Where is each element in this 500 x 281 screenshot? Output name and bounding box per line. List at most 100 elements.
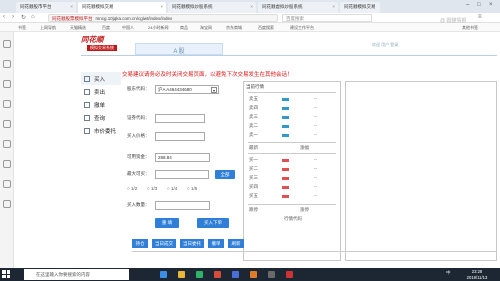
bookmark-item[interactable]: 百度	[102, 25, 110, 31]
tab-cancel[interactable]: 撤单	[208, 239, 224, 248]
bookmark-item[interactable]: 天猫精选	[70, 25, 86, 31]
tab-refresh[interactable]: 刷新	[228, 239, 244, 248]
favorites-icon[interactable]	[3, 40, 11, 48]
input-method-indicator[interactable]: 中	[446, 270, 451, 276]
warning-notice: 交易建议请务必及时关闭交易页面，以避免下次交易发生在其他会话！	[122, 72, 293, 78]
home-icon[interactable]: ⌂	[31, 14, 35, 20]
tab-positions[interactable]: 持仓	[132, 239, 148, 248]
windows-start-icon[interactable]	[2, 270, 11, 279]
bookmark-item[interactable]: 淘宝网	[200, 25, 212, 31]
tab-today-trades[interactable]: 当日成交	[152, 239, 176, 248]
search-input[interactable]: 百度搜索	[282, 14, 372, 22]
tab-label: 同花顺虚拟炒股系统	[262, 4, 303, 9]
app-icon[interactable]	[3, 100, 11, 108]
download-icon[interactable]	[3, 80, 11, 88]
minimize-icon[interactable]: –	[466, 2, 469, 8]
taskbar: 在这里输入你要搜索的内容 中 23:28 2019/11/13	[0, 268, 500, 281]
buy-row: 买三 --	[244, 175, 342, 182]
settings-icon[interactable]	[3, 200, 11, 208]
fraction-row: ○ 1/2 ○ 1/3 ○ 1/4 ○ 1/5	[121, 185, 237, 194]
app-icon[interactable]	[250, 271, 257, 278]
close-icon[interactable]: ×	[332, 4, 335, 9]
menu-icon[interactable]: ≡	[478, 14, 482, 20]
price-input[interactable]	[155, 132, 205, 141]
buy-order-button[interactable]: 买入下单	[197, 218, 229, 228]
bookmark-item[interactable]: 建设工作平台	[290, 25, 314, 31]
bookmark-item[interactable]: 中国人	[122, 25, 134, 31]
game-icon[interactable]	[3, 160, 11, 168]
window-close-icon[interactable]: ×	[489, 2, 493, 8]
taskbar-clock[interactable]: 23:28 2019/11/13	[462, 269, 492, 280]
url-input[interactable]: 同花顺股票模拟平台 mncg.10jqka.com.cn/cgiwt/index/…	[48, 14, 278, 22]
menu-item-cancel[interactable]: 撤单	[81, 98, 121, 111]
bookmark-item[interactable]: 书签	[18, 25, 26, 31]
buy-level-label: 买一	[249, 157, 258, 162]
bookmark-item[interactable]: 京东商城	[226, 25, 242, 31]
all-button[interactable]: 全部	[215, 170, 235, 179]
bookmark-item[interactable]: 百度搜索	[258, 25, 274, 31]
sell-volume: --	[314, 96, 317, 101]
app-icon[interactable]	[286, 271, 293, 278]
logo-subtitle: 模拟交易系统	[87, 45, 117, 51]
browser-tab[interactable]: 同花顺虚拟炒股系统 ×	[258, 2, 338, 13]
menu-item-sell[interactable]: 卖出	[81, 85, 121, 98]
browser-app-icon[interactable]	[196, 271, 203, 278]
close-icon[interactable]: ×	[250, 4, 253, 9]
tab-label: 同花顺模拟交易	[344, 4, 376, 9]
buy-form: 股东代码： 沪A A464434680 ▾ 证券代码： 买入价格： 可用资金： 2…	[121, 81, 237, 256]
app-icon[interactable]	[214, 271, 221, 278]
mail-icon[interactable]	[3, 120, 11, 128]
reset-button[interactable]: 重 填	[155, 218, 179, 228]
account-value: 沪A A464434680	[158, 87, 192, 92]
browser-tab[interactable]: 同花顺模拟交易	[340, 2, 380, 13]
fraction-label: 1/4	[170, 186, 178, 191]
market-order-icon	[84, 128, 90, 134]
fraction-radio[interactable]: ○ 1/4	[167, 186, 177, 191]
sell-volume: --	[314, 132, 317, 137]
buy-row: 买五 --	[244, 193, 342, 200]
note-icon[interactable]	[3, 180, 11, 188]
fraction-radio[interactable]: ○ 1/2	[127, 186, 137, 191]
browser-tab-active[interactable]: 同花顺模拟交易 ×	[78, 2, 166, 13]
stock-code-input[interactable]	[155, 114, 205, 123]
url-text: mncg.10jqka.com.cn/cgiwt/index/index	[95, 16, 173, 21]
page-content: 同花顺 模拟交易系统 A 股 欢迎 用户 登录 买入 卖出 撤单 查询 市价委托…	[14, 32, 500, 273]
app-icon[interactable]	[232, 271, 239, 278]
account-row: 股东代码： 沪A A464434680 ▾	[121, 85, 237, 94]
maximize-icon[interactable]: □	[477, 2, 481, 8]
menu-label: 买入	[94, 77, 106, 83]
close-icon[interactable]: ×	[70, 4, 73, 9]
account-select[interactable]: 沪A A464434680 ▾	[155, 85, 219, 94]
explorer-app-icon[interactable]	[160, 271, 167, 278]
menu-item-query[interactable]: 查询	[81, 111, 121, 124]
browser-tab[interactable]: 同花顺股市平台 ×	[16, 2, 76, 13]
history-icon[interactable]	[3, 60, 11, 68]
max-buy-field	[155, 170, 209, 179]
bookmark-item[interactable]: 上网导航	[40, 25, 56, 31]
tab-today-orders[interactable]: 当日委托	[180, 239, 204, 248]
fraction-label: 1/3	[150, 186, 158, 191]
logo-text: 同花顺	[81, 35, 104, 44]
back-icon[interactable]: ‹	[3, 14, 5, 20]
tools-icon[interactable]	[3, 140, 11, 148]
limit-up-label: 涨停	[300, 207, 309, 212]
folder-app-icon[interactable]	[178, 271, 185, 278]
fraction-radio[interactable]: ○ 1/3	[147, 186, 157, 191]
bookmark-item[interactable]: 商品	[180, 25, 188, 31]
menu-item-market-order[interactable]: 市价委托	[81, 124, 121, 137]
bookmark-item[interactable]: 24小时新闻	[148, 25, 168, 31]
app-icon[interactable]	[268, 271, 275, 278]
buy-icon	[84, 76, 90, 82]
fraction-radio[interactable]: ○ 1/5	[187, 186, 197, 191]
close-icon[interactable]: ×	[160, 4, 163, 9]
quantity-input[interactable]	[155, 201, 210, 210]
tab-a-share[interactable]: A 股	[135, 43, 223, 55]
menu-item-buy[interactable]: 买入	[81, 72, 121, 85]
taskbar-search-input[interactable]: 在这里输入你要搜索的内容	[24, 269, 129, 280]
sell-level-label: 卖三	[249, 114, 258, 119]
account-label: 股东代码：	[127, 86, 150, 91]
refresh-icon[interactable]: ↻	[21, 14, 26, 21]
browser-tab[interactable]: 同花顺模拟炒股系统 ×	[168, 2, 256, 13]
bookmark-item[interactable]: 其他书签	[462, 25, 478, 31]
forward-icon[interactable]: ›	[12, 14, 14, 20]
